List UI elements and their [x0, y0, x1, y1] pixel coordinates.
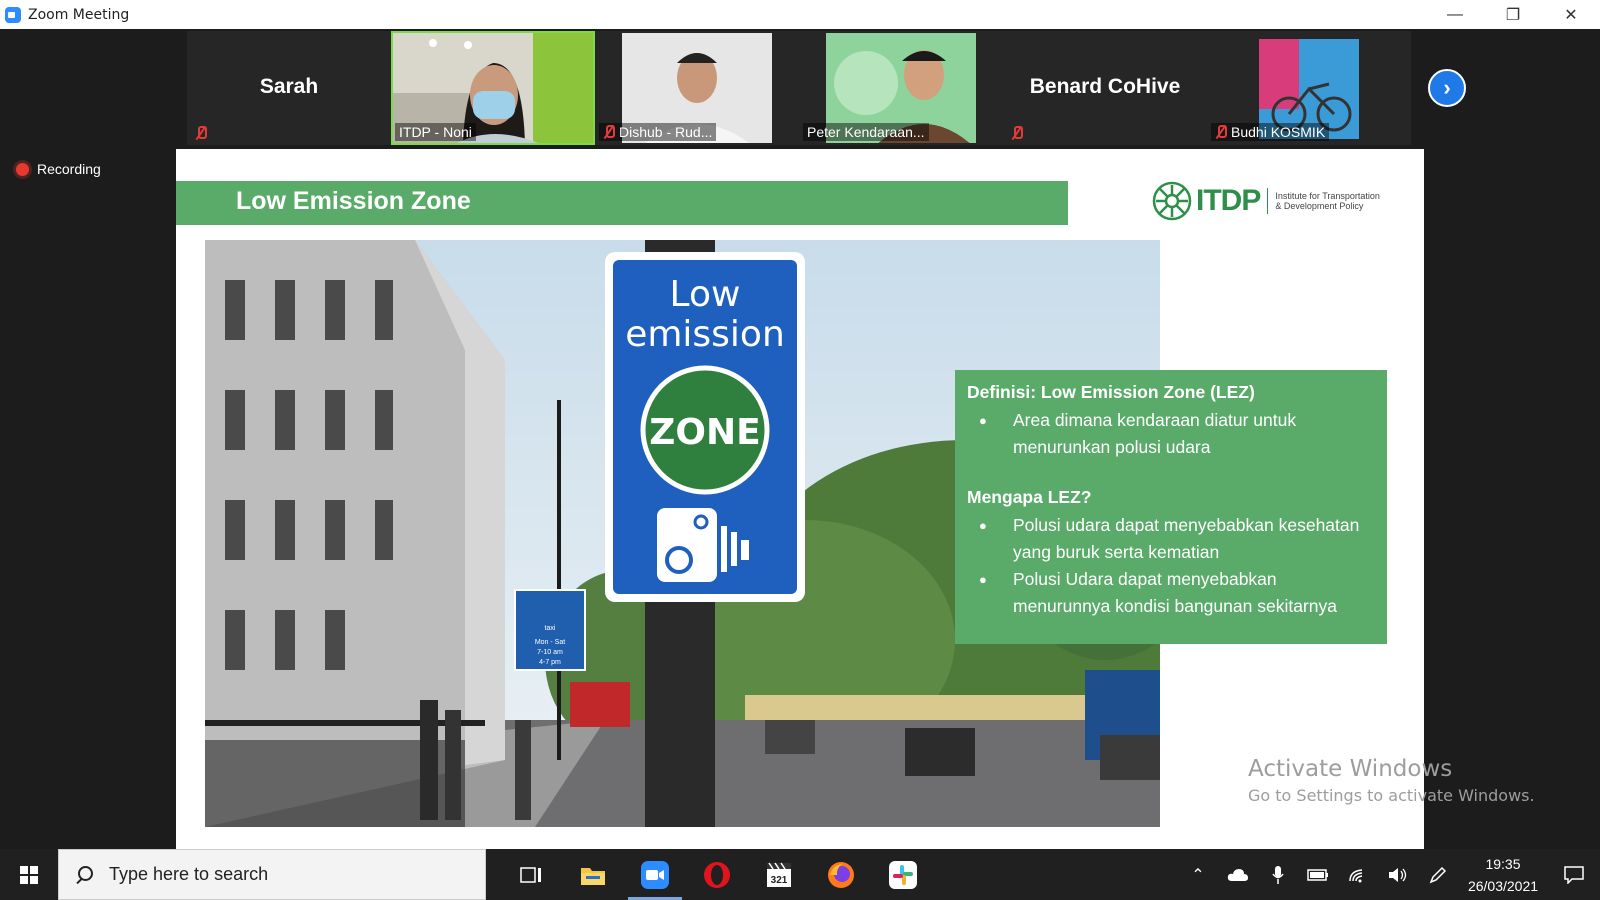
- window-title: Zoom Meeting: [28, 6, 130, 23]
- mic-muted-icon: [603, 125, 615, 139]
- reason-bullet: Polusi Udara dapat menyebabkan menurunny…: [967, 566, 1375, 620]
- sign-zone: ZONE: [649, 412, 760, 453]
- definition-bullet: Area dimana kendaraan diatur untuk menur…: [967, 407, 1375, 461]
- sign-line2: emission: [625, 314, 785, 355]
- activate-title: Activate Windows: [1248, 756, 1453, 782]
- participant-name: Dishub - Rud...: [619, 124, 713, 140]
- bus-sign-time2: 4-7 pm: [539, 659, 561, 666]
- clock-date: 26/03/2021: [1467, 877, 1539, 894]
- chevron-up-icon[interactable]: ⌃: [1178, 849, 1218, 900]
- participant-label: [191, 125, 211, 141]
- participant-name: Budhi KOSMIK: [1231, 124, 1326, 140]
- shared-slide: Low Emission Zone ITDP Institute for Tra…: [176, 149, 1424, 850]
- participant-label: Peter Kendaraan...: [803, 123, 929, 141]
- taskbar-clock[interactable]: 19:35 26/03/2021: [1458, 853, 1548, 897]
- meeting-area: Sarah ITDP - Noni Dishub - Rud... Peter …: [0, 29, 1600, 850]
- zoom-app-icon: [5, 6, 21, 23]
- participant-tile-active[interactable]: ITDP - Noni: [391, 31, 595, 145]
- microphone-icon[interactable]: [1258, 849, 1298, 900]
- participant-name: Benard CoHive: [1029, 75, 1181, 98]
- itdp-logo: ITDP Institute for Transportation & Deve…: [1152, 181, 1393, 221]
- task-view-icon[interactable]: [500, 849, 562, 900]
- definition-box: Definisi: Low Emission Zone (LEZ) Area d…: [955, 370, 1387, 644]
- zoom-taskbar-icon[interactable]: [624, 849, 686, 900]
- window-controls: — ❐ ✕: [1426, 0, 1600, 29]
- participant-name: ITDP - Noni: [399, 124, 472, 140]
- sign-line1: Low: [670, 274, 741, 315]
- chevron-right-icon: ›: [1443, 75, 1451, 100]
- taskbar-search[interactable]: Type here to search: [58, 849, 486, 900]
- clock-time: 19:35: [1485, 855, 1521, 872]
- recording-label: Recording: [37, 161, 101, 177]
- onedrive-cloud-icon[interactable]: [1218, 849, 1258, 900]
- participant-label: Budhi KOSMIK: [1211, 123, 1330, 141]
- window-titlebar: Zoom Meeting — ❐ ✕: [0, 0, 1600, 29]
- logo-brand: ITDP: [1196, 184, 1261, 217]
- reason-list: Polusi udara dapat menyebabkan kesehatan…: [967, 512, 1375, 620]
- participant-label: ITDP - Noni: [395, 123, 476, 141]
- bus-sign-label: taxi: [545, 625, 556, 632]
- definition-heading: Definisi: Low Emission Zone (LEZ): [967, 382, 1255, 402]
- media-player-icon[interactable]: 321: [748, 849, 810, 900]
- logo-tagline-line2: & Development Policy: [1275, 201, 1364, 211]
- participant-tile[interactable]: Budhi KOSMIK: [1207, 31, 1411, 145]
- bus-sign-days: Mon - Sat: [535, 639, 565, 646]
- opera-icon[interactable]: [686, 849, 748, 900]
- windows-taskbar: Type here to search 321 ⌃ 19:35 26/03/20…: [0, 849, 1600, 900]
- participant-tile[interactable]: Peter Kendaraan...: [799, 31, 1003, 145]
- recording-indicator[interactable]: Recording: [16, 161, 101, 177]
- participant-name: Sarah: [259, 75, 319, 98]
- activate-windows-watermark: Activate Windows Go to Settings to activ…: [1248, 756, 1535, 805]
- wifi-icon[interactable]: [1338, 849, 1378, 900]
- participant-label: Dishub - Rud...: [599, 123, 717, 141]
- mic-muted-icon: [195, 126, 207, 140]
- participant-tile[interactable]: Benard CoHive: [1003, 31, 1207, 145]
- maximize-button[interactable]: ❐: [1484, 0, 1542, 29]
- system-tray: ⌃ 19:35 26/03/2021: [1178, 849, 1600, 900]
- file-explorer-icon[interactable]: [562, 849, 624, 900]
- mic-muted-icon: [1011, 126, 1023, 140]
- slack-icon[interactable]: [872, 849, 934, 900]
- windows-logo-icon: [20, 865, 38, 884]
- logo-divider: [1267, 188, 1269, 214]
- itdp-star-icon: [1152, 181, 1192, 221]
- battery-icon[interactable]: [1298, 849, 1338, 900]
- minimize-button[interactable]: —: [1426, 0, 1484, 29]
- record-dot-icon: [16, 162, 29, 176]
- logo-tagline-line1: Institute for Transportation: [1275, 191, 1380, 201]
- volume-icon[interactable]: [1378, 849, 1418, 900]
- firefox-icon[interactable]: [810, 849, 872, 900]
- reason-bullet: Polusi udara dapat menyebabkan kesehatan…: [967, 512, 1375, 566]
- definition-list: Area dimana kendaraan diatur untuk menur…: [967, 407, 1375, 461]
- reason-heading: Mengapa LEZ?: [967, 487, 1092, 507]
- slide-title: Low Emission Zone: [236, 187, 471, 215]
- bus-sign-time1: 7-10 am: [537, 649, 563, 656]
- next-participants-button[interactable]: ›: [1428, 69, 1466, 107]
- notification-center-icon[interactable]: [1548, 849, 1600, 900]
- start-button[interactable]: [0, 849, 58, 900]
- participant-tile[interactable]: Dishub - Rud...: [595, 31, 799, 145]
- activate-subtitle: Go to Settings to activate Windows.: [1248, 786, 1535, 805]
- svg-text:321: 321: [771, 875, 788, 886]
- mic-muted-icon: [1215, 125, 1227, 139]
- taskbar-apps: 321: [500, 849, 934, 900]
- search-icon: [75, 865, 93, 884]
- logo-tagline: Institute for Transportation & Developme…: [1275, 191, 1393, 211]
- slide-title-bar: Low Emission Zone: [176, 181, 1068, 225]
- close-button[interactable]: ✕: [1542, 0, 1600, 29]
- participant-strip: Sarah ITDP - Noni Dishub - Rud... Peter …: [187, 31, 1411, 145]
- participant-label: [1007, 125, 1027, 141]
- participant-tile[interactable]: Sarah: [187, 31, 391, 145]
- search-placeholder: Type here to search: [109, 864, 269, 884]
- pen-icon[interactable]: [1418, 849, 1458, 900]
- participant-name: Peter Kendaraan...: [807, 124, 925, 140]
